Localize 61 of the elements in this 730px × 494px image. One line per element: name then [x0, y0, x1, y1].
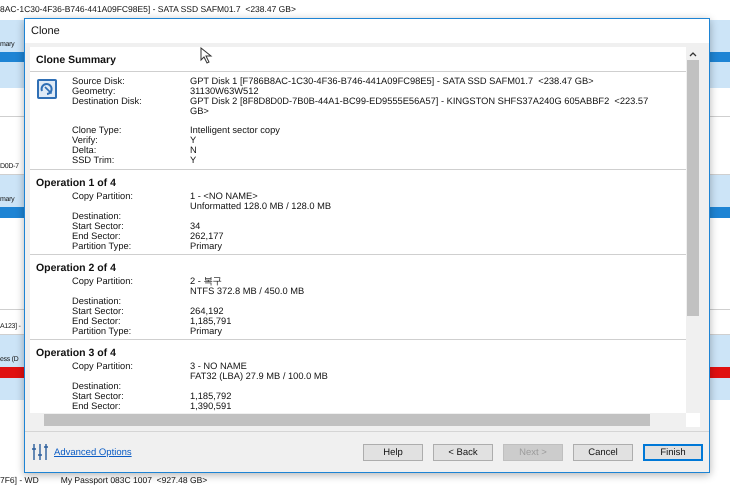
section-heading: Operation 2 of 4: [36, 263, 116, 274]
field-label: Clone Type:: [72, 125, 122, 135]
field-value: Primary: [190, 241, 222, 251]
field-value: 31130W63W512: [190, 86, 259, 96]
field-label: End Sector:: [72, 231, 122, 241]
field-value: 1,185,792: [190, 391, 232, 401]
disk-name-text: 7F6] - WD: [0, 475, 39, 485]
field-value: 1 - <NO NAME>: [190, 191, 259, 201]
sliders-icon[interactable]: [31, 443, 49, 461]
section-heading: Clone Summary: [36, 55, 116, 66]
field-label: End Sector:: [72, 316, 122, 326]
vertical-scrollbar[interactable]: [686, 47, 700, 413]
field-label: Copy Partition:: [72, 361, 134, 373]
dialog-button[interactable]: Help: [363, 444, 423, 460]
field-value: 3 - NO NAME: [190, 361, 248, 371]
field-label: Copy Partition:: [72, 191, 134, 203]
field-label: Geometry:: [72, 86, 116, 96]
field-label: Verify:: [72, 135, 99, 145]
field-label: Source Disk:: [72, 76, 126, 86]
field-value: 262,177: [190, 231, 224, 241]
field-value: NTFS 372.8 MB / 450.0 MB: [190, 286, 304, 296]
field-value: FAT32 (LBA) 27.9 MB / 100.0 MB: [190, 371, 328, 381]
field-value: Unformatted 128.0 MB / 128.0 MB: [190, 201, 332, 211]
field-label: Destination:: [72, 296, 122, 306]
field-value: Y: [190, 155, 196, 165]
field-value: 1,390,591: [190, 401, 232, 411]
field-value: 264,192: [190, 306, 224, 316]
field-label: SSD Trim:: [72, 155, 116, 165]
dialog-button[interactable]: < Back: [433, 444, 493, 460]
field-label: End Sector:: [72, 401, 122, 411]
field-value: Y: [190, 135, 196, 145]
field-label: Destination:: [72, 381, 122, 391]
field-label: Start Sector:: [72, 391, 125, 401]
field-value: GPT Disk 1 [F786B8AC-1C30-4F36-B746-441A09FC98E5] - SATA SSD SAFM01.7 <238.47 GB>: [190, 76, 594, 86]
field-value: 1,185,791: [190, 316, 232, 326]
field-value: N: [190, 145, 197, 155]
window-title: Clone: [25, 19, 709, 43]
field-value: 2 - 복구: [190, 276, 222, 286]
section-heading: Operation 3 of 4: [36, 348, 116, 359]
dialog-button[interactable]: Cancel: [573, 444, 633, 460]
field-label: Delta:: [72, 145, 98, 155]
field-label: Start Sector:: [72, 306, 125, 316]
disk-icon: [36, 78, 58, 100]
field-label: Destination:: [72, 211, 122, 221]
advanced-options-link[interactable]: Advanced Options: [54, 446, 132, 458]
field-value: 34: [190, 221, 200, 231]
field-label: Destination Disk:: [72, 96, 143, 108]
field-value: GB>: [190, 106, 210, 116]
field-label: Partition Type:: [72, 326, 132, 336]
dialog-button[interactable]: Finish: [643, 444, 703, 460]
field-label: Partition Type:: [72, 241, 132, 251]
field-value: GPT Disk 2 [8F8D8D0D-7B0B-44A1-BC99-ED9555E56A57] - KINGSTON SHFS37A240G 605ABBF2 <223.57: [190, 96, 648, 106]
field-value: Intelligent sector copy: [190, 125, 280, 135]
horizontal-scrollbar[interactable]: [30, 413, 686, 427]
disk-info-text: 8AC-1C30-4F36-B746-441A09FC98E5] - SATA SSD SAFM01.7 <238.47 GB>: [0, 4, 296, 14]
section-heading: Operation 1 of 4: [36, 178, 116, 189]
field-label: Start Sector:: [72, 221, 125, 231]
field-label: Copy Partition:: [72, 276, 134, 288]
disk-model-text: My Passport 083C 1007 <927.48 GB>: [60, 475, 208, 485]
scroll-up-icon[interactable]: [689, 51, 697, 57]
field-value: Primary: [190, 326, 222, 336]
